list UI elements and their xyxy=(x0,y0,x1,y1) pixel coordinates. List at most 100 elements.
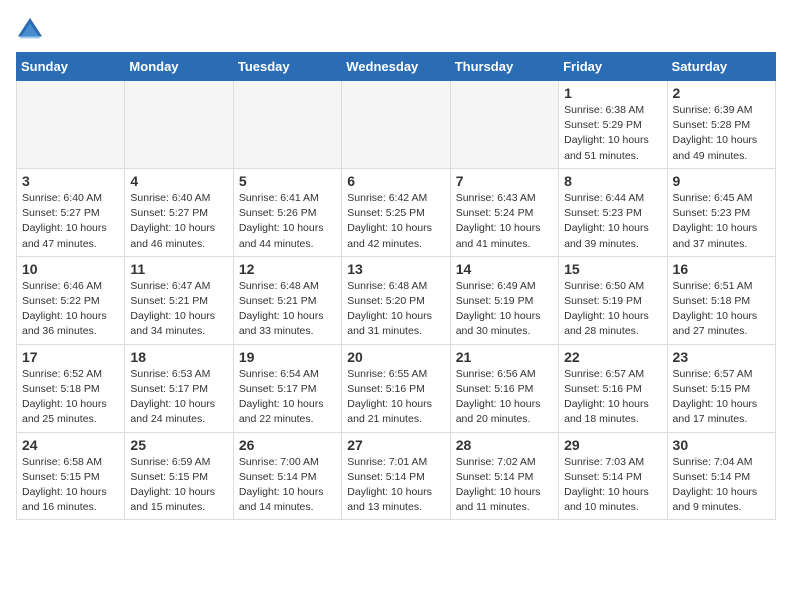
day-number: 6 xyxy=(347,173,444,189)
calendar-cell-2-2: 12 Sunrise: 6:48 AM Sunset: 5:21 PM Dayli… xyxy=(233,256,341,344)
calendar-cell-3-1: 18 Sunrise: 6:53 AM Sunset: 5:17 PM Dayli… xyxy=(125,344,233,432)
calendar-cell-4-2: 26Sunrise: 7:00 AM Sunset: 5:14 PM Dayli… xyxy=(233,432,341,520)
weekday-header-friday: Friday xyxy=(559,53,667,81)
day-info: Sunrise: 6:50 AM Sunset: 5:19 PM Dayligh… xyxy=(564,279,661,340)
weekday-header-wednesday: Wednesday xyxy=(342,53,450,81)
day-number: 17 xyxy=(22,349,119,365)
day-info: Sunrise: 6:39 AM Sunset: 5:28 PM Dayligh… xyxy=(673,103,770,164)
calendar-cell-4-6: 30Sunrise: 7:04 AM Sunset: 5:14 PM Dayli… xyxy=(667,432,775,520)
logo xyxy=(16,16,50,44)
day-info: Sunrise: 6:40 AM Sunset: 5:27 PM Dayligh… xyxy=(130,191,227,252)
calendar-cell-4-1: 25 Sunrise: 6:59 AM Sunset: 5:15 PM Dayli… xyxy=(125,432,233,520)
week-row-4: 17 Sunrise: 6:52 AM Sunset: 5:18 PM Dayli… xyxy=(17,344,776,432)
day-info: Sunrise: 6:44 AM Sunset: 5:23 PM Dayligh… xyxy=(564,191,661,252)
day-info: Sunrise: 7:03 AM Sunset: 5:14 PM Dayligh… xyxy=(564,455,661,516)
day-info: Sunrise: 6:43 AM Sunset: 5:24 PM Dayligh… xyxy=(456,191,553,252)
weekday-header-saturday: Saturday xyxy=(667,53,775,81)
day-number: 7 xyxy=(456,173,553,189)
day-info: Sunrise: 6:38 AM Sunset: 5:29 PM Dayligh… xyxy=(564,103,661,164)
day-info: Sunrise: 6:42 AM Sunset: 5:25 PM Dayligh… xyxy=(347,191,444,252)
day-number: 25 xyxy=(130,437,227,453)
weekday-header-sunday: Sunday xyxy=(17,53,125,81)
day-info: Sunrise: 6:41 AM Sunset: 5:26 PM Dayligh… xyxy=(239,191,336,252)
day-info: Sunrise: 6:48 AM Sunset: 5:21 PM Dayligh… xyxy=(239,279,336,340)
day-info: Sunrise: 7:02 AM Sunset: 5:14 PM Dayligh… xyxy=(456,455,553,516)
day-number: 20 xyxy=(347,349,444,365)
calendar-cell-1-3: 6 Sunrise: 6:42 AM Sunset: 5:25 PM Daylig… xyxy=(342,168,450,256)
calendar-cell-1-1: 4 Sunrise: 6:40 AM Sunset: 5:27 PM Daylig… xyxy=(125,168,233,256)
day-number: 22 xyxy=(564,349,661,365)
calendar-cell-3-5: 22 Sunrise: 6:57 AM Sunset: 5:16 PM Dayli… xyxy=(559,344,667,432)
day-info: Sunrise: 6:59 AM Sunset: 5:15 PM Dayligh… xyxy=(130,455,227,516)
calendar-cell-2-3: 13Sunrise: 6:48 AM Sunset: 5:20 PM Dayli… xyxy=(342,256,450,344)
calendar-table: SundayMondayTuesdayWednesdayThursdayFrid… xyxy=(16,52,776,520)
day-number: 14 xyxy=(456,261,553,277)
day-number: 16 xyxy=(673,261,770,277)
day-number: 10 xyxy=(22,261,119,277)
day-number: 24 xyxy=(22,437,119,453)
day-info: Sunrise: 6:49 AM Sunset: 5:19 PM Dayligh… xyxy=(456,279,553,340)
day-number: 21 xyxy=(456,349,553,365)
day-number: 23 xyxy=(673,349,770,365)
day-info: Sunrise: 6:48 AM Sunset: 5:20 PM Dayligh… xyxy=(347,279,444,340)
day-number: 12 xyxy=(239,261,336,277)
day-number: 26 xyxy=(239,437,336,453)
page-header xyxy=(16,16,776,44)
day-info: Sunrise: 6:52 AM Sunset: 5:18 PM Dayligh… xyxy=(22,367,119,428)
day-info: Sunrise: 6:54 AM Sunset: 5:17 PM Dayligh… xyxy=(239,367,336,428)
day-number: 2 xyxy=(673,85,770,101)
calendar-cell-0-6: 2 Sunrise: 6:39 AM Sunset: 5:28 PM Daylig… xyxy=(667,81,775,169)
week-row-5: 24Sunrise: 6:58 AM Sunset: 5:15 PM Dayli… xyxy=(17,432,776,520)
calendar-cell-2-5: 15Sunrise: 6:50 AM Sunset: 5:19 PM Dayli… xyxy=(559,256,667,344)
calendar-cell-0-3 xyxy=(342,81,450,169)
day-info: Sunrise: 7:04 AM Sunset: 5:14 PM Dayligh… xyxy=(673,455,770,516)
day-number: 29 xyxy=(564,437,661,453)
day-number: 18 xyxy=(130,349,227,365)
calendar-cell-3-2: 19 Sunrise: 6:54 AM Sunset: 5:17 PM Dayli… xyxy=(233,344,341,432)
day-info: Sunrise: 6:56 AM Sunset: 5:16 PM Dayligh… xyxy=(456,367,553,428)
weekday-header-thursday: Thursday xyxy=(450,53,558,81)
calendar-cell-0-1 xyxy=(125,81,233,169)
day-info: Sunrise: 7:01 AM Sunset: 5:14 PM Dayligh… xyxy=(347,455,444,516)
day-info: Sunrise: 6:55 AM Sunset: 5:16 PM Dayligh… xyxy=(347,367,444,428)
calendar-cell-1-6: 9 Sunrise: 6:45 AM Sunset: 5:23 PM Daylig… xyxy=(667,168,775,256)
calendar-cell-4-0: 24Sunrise: 6:58 AM Sunset: 5:15 PM Dayli… xyxy=(17,432,125,520)
weekday-header-tuesday: Tuesday xyxy=(233,53,341,81)
day-info: Sunrise: 6:45 AM Sunset: 5:23 PM Dayligh… xyxy=(673,191,770,252)
day-info: Sunrise: 6:46 AM Sunset: 5:22 PM Dayligh… xyxy=(22,279,119,340)
day-number: 9 xyxy=(673,173,770,189)
day-number: 8 xyxy=(564,173,661,189)
day-number: 3 xyxy=(22,173,119,189)
week-row-3: 10 Sunrise: 6:46 AM Sunset: 5:22 PM Dayli… xyxy=(17,256,776,344)
calendar-cell-0-2 xyxy=(233,81,341,169)
calendar-cell-4-4: 28Sunrise: 7:02 AM Sunset: 5:14 PM Dayli… xyxy=(450,432,558,520)
calendar-cell-2-6: 16 Sunrise: 6:51 AM Sunset: 5:18 PM Dayli… xyxy=(667,256,775,344)
week-row-2: 3 Sunrise: 6:40 AM Sunset: 5:27 PM Daylig… xyxy=(17,168,776,256)
calendar-cell-2-1: 11Sunrise: 6:47 AM Sunset: 5:21 PM Dayli… xyxy=(125,256,233,344)
calendar-cell-0-4 xyxy=(450,81,558,169)
calendar-cell-1-5: 8 Sunrise: 6:44 AM Sunset: 5:23 PM Daylig… xyxy=(559,168,667,256)
weekday-header-row: SundayMondayTuesdayWednesdayThursdayFrid… xyxy=(17,53,776,81)
calendar-cell-1-0: 3 Sunrise: 6:40 AM Sunset: 5:27 PM Daylig… xyxy=(17,168,125,256)
day-number: 19 xyxy=(239,349,336,365)
calendar-cell-3-3: 20 Sunrise: 6:55 AM Sunset: 5:16 PM Dayli… xyxy=(342,344,450,432)
calendar-cell-3-0: 17 Sunrise: 6:52 AM Sunset: 5:18 PM Dayli… xyxy=(17,344,125,432)
day-number: 5 xyxy=(239,173,336,189)
day-info: Sunrise: 6:51 AM Sunset: 5:18 PM Dayligh… xyxy=(673,279,770,340)
day-info: Sunrise: 6:57 AM Sunset: 5:15 PM Dayligh… xyxy=(673,367,770,428)
weekday-header-monday: Monday xyxy=(125,53,233,81)
calendar-cell-2-0: 10 Sunrise: 6:46 AM Sunset: 5:22 PM Dayli… xyxy=(17,256,125,344)
logo-icon xyxy=(16,16,44,44)
day-number: 11 xyxy=(130,261,227,277)
calendar-cell-0-5: 1 Sunrise: 6:38 AM Sunset: 5:29 PM Daylig… xyxy=(559,81,667,169)
day-info: Sunrise: 6:40 AM Sunset: 5:27 PM Dayligh… xyxy=(22,191,119,252)
day-number: 4 xyxy=(130,173,227,189)
day-number: 1 xyxy=(564,85,661,101)
calendar-cell-3-4: 21 Sunrise: 6:56 AM Sunset: 5:16 PM Dayli… xyxy=(450,344,558,432)
day-number: 27 xyxy=(347,437,444,453)
calendar-cell-3-6: 23 Sunrise: 6:57 AM Sunset: 5:15 PM Dayli… xyxy=(667,344,775,432)
day-info: Sunrise: 6:53 AM Sunset: 5:17 PM Dayligh… xyxy=(130,367,227,428)
calendar-cell-4-3: 27 Sunrise: 7:01 AM Sunset: 5:14 PM Dayli… xyxy=(342,432,450,520)
day-info: Sunrise: 6:57 AM Sunset: 5:16 PM Dayligh… xyxy=(564,367,661,428)
calendar-cell-4-5: 29 Sunrise: 7:03 AM Sunset: 5:14 PM Dayli… xyxy=(559,432,667,520)
